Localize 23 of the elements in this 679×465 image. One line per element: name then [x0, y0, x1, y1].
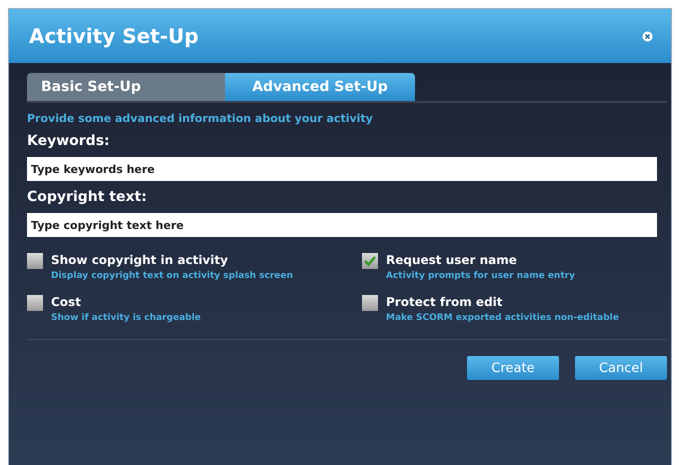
option-hint: Make SCORM exported activities non-editable: [386, 312, 620, 325]
tab[interactable]: Advanced Set-Up: [225, 73, 415, 101]
option-hint: Show if activity is chargeable: [51, 312, 202, 325]
field-label: Keywords:: [27, 133, 111, 149]
checkbox[interactable]: [27, 253, 43, 269]
checkbox[interactable]: [362, 253, 378, 269]
option-label: Cost: [51, 295, 82, 309]
window-title: Activity Set-Up: [29, 24, 199, 48]
option-label: Show copyright in activity: [51, 253, 229, 267]
checkbox[interactable]: [362, 295, 378, 311]
checkbox[interactable]: [27, 295, 43, 311]
option-hint: Activity prompts for user name entry: [386, 270, 576, 283]
tab[interactable]: Basic Set-Up: [27, 73, 225, 101]
cancel-button[interactable]: Cancel: [575, 356, 667, 380]
create-button[interactable]: Create: [467, 356, 559, 380]
close-icon[interactable]: [642, 30, 653, 42]
option-hint: Display copyright text on activity splash screen: [51, 270, 294, 283]
option-label: Request user name: [386, 253, 518, 267]
option-label: Protect from edit: [386, 295, 504, 309]
intro-text: Provide some advanced information about your activity: [27, 112, 374, 125]
input-field[interactable]: Type copyright text here: [27, 213, 657, 237]
field-label: Copyright text:: [27, 189, 148, 205]
input-field[interactable]: Type keywords here: [27, 157, 657, 181]
